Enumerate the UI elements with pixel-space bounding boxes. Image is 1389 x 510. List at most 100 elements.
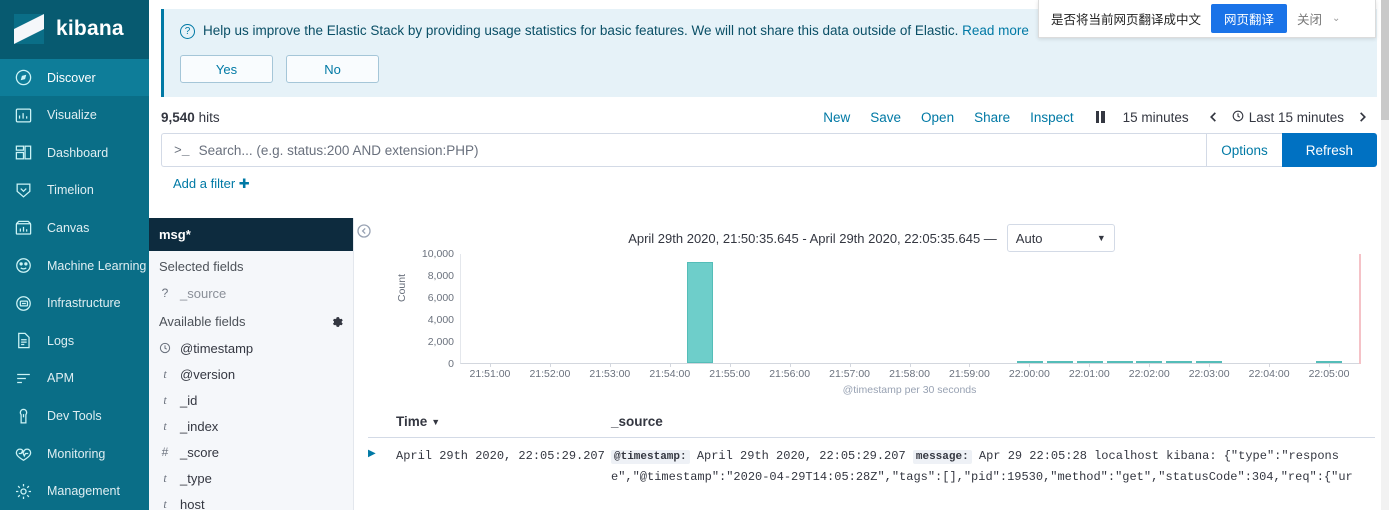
page-scrollbar[interactable] xyxy=(1381,0,1389,510)
interval-select[interactable]: Auto ▼ xyxy=(1006,224,1115,252)
search-input[interactable] xyxy=(198,142,1197,158)
x-tick-mark xyxy=(1329,363,1331,367)
source-line-2: e","@timestamp":"2020-04-29T14:05:28Z","… xyxy=(611,470,1353,485)
sidebar-item-label: APM xyxy=(47,371,75,386)
nav-list: Discover Visualize Dashboard Timelion Ca… xyxy=(0,58,149,510)
chevron-right-icon[interactable] xyxy=(1348,111,1377,123)
telemetry-no-button[interactable]: No xyxy=(286,55,379,83)
table-header-row: Time ▼ _source xyxy=(368,404,1375,438)
field-row-version[interactable]: t @version xyxy=(149,361,353,387)
sidebar-item-machine-learning[interactable]: Machine Learning xyxy=(0,247,149,285)
field-row-timestamp[interactable]: @timestamp xyxy=(149,335,353,361)
y-tick-label: 4,000 xyxy=(427,314,454,326)
sidebar-item-infrastructure[interactable]: Infrastructure xyxy=(0,284,149,322)
sidebar-item-dashboard[interactable]: Dashboard xyxy=(0,134,149,172)
sort-caret-icon[interactable]: ▼ xyxy=(431,417,440,427)
infrastructure-icon xyxy=(14,294,33,313)
search-box[interactable]: >_ xyxy=(161,133,1207,167)
x-tick-mark xyxy=(1089,363,1091,367)
kibana-app: kibana Discover Visualize Dashboard Time… xyxy=(0,0,1389,510)
sidebar-item-visualize[interactable]: Visualize xyxy=(0,96,149,134)
add-filter-button[interactable]: Add a filter ✚ xyxy=(173,176,250,191)
share-button[interactable]: Share xyxy=(964,110,1020,125)
sidebar-item-discover[interactable]: Discover xyxy=(0,58,149,97)
sidebar-item-timelion[interactable]: Timelion xyxy=(0,172,149,210)
chevron-left-icon[interactable] xyxy=(1199,111,1228,123)
read-more-link[interactable]: Read more xyxy=(962,23,1029,38)
sidebar-item-label: Machine Learning xyxy=(47,258,147,273)
save-button[interactable]: Save xyxy=(860,110,911,125)
field-row-id[interactable]: t _id xyxy=(149,387,353,413)
collapse-left-icon[interactable] xyxy=(357,224,371,238)
clock-icon xyxy=(159,342,171,354)
sidebar-item-management[interactable]: Management xyxy=(0,472,149,510)
chart-plot-area[interactable] xyxy=(460,254,1361,364)
brand-name: kibana xyxy=(56,17,124,41)
inspect-button[interactable]: Inspect xyxy=(1020,110,1084,125)
sidebar-item-canvas[interactable]: Canvas xyxy=(0,209,149,247)
search-row: >_ Options Refresh xyxy=(161,133,1377,167)
x-tick-mark xyxy=(609,363,611,367)
time-picker-button[interactable]: Last 15 minutes xyxy=(1228,110,1348,125)
field-row-index[interactable]: t _index xyxy=(149,413,353,439)
visualize-bar-chart-icon xyxy=(14,106,33,125)
field-row-host[interactable]: t host xyxy=(149,491,353,510)
translate-close-button[interactable]: 关闭 xyxy=(1297,9,1322,28)
y-tick-label: 6,000 xyxy=(427,292,454,304)
global-nav-sidebar: kibana Discover Visualize Dashboard Time… xyxy=(0,0,149,510)
x-tick-mark xyxy=(909,363,911,367)
scrollbar-thumb[interactable] xyxy=(1381,0,1389,120)
sidebar-item-label: Infrastructure xyxy=(47,296,121,311)
monitoring-heartbeat-icon xyxy=(14,444,33,463)
sidebar-item-label: Visualize xyxy=(47,108,97,123)
available-fields-header: Available fields xyxy=(149,306,353,335)
x-tick-label: 21:56:00 xyxy=(769,368,811,380)
chevron-down-icon[interactable]: ⌄ xyxy=(1332,13,1340,24)
x-tick-mark xyxy=(1269,363,1271,367)
field-name: _type xyxy=(180,470,212,486)
sidebar-item-monitoring[interactable]: Monitoring xyxy=(0,435,149,473)
hits-and-actions-row: 9,540 hits New Save Open Share Inspect 1… xyxy=(161,97,1377,133)
expand-row-icon[interactable]: ▶ xyxy=(368,446,396,488)
source-column-header: _source xyxy=(611,414,663,429)
logs-document-icon xyxy=(14,331,33,350)
histogram-bar[interactable] xyxy=(1166,361,1193,363)
gear-icon[interactable] xyxy=(331,316,343,328)
histogram-bar[interactable] xyxy=(1046,361,1073,363)
new-button[interactable]: New xyxy=(813,110,860,125)
sidebar-item-logs[interactable]: Logs xyxy=(0,322,149,360)
translate-popup: 是否将当前网页翻译成中文 网页翻译 关闭 ⌄ xyxy=(1038,0,1376,38)
translate-page-button[interactable]: 网页翻译 xyxy=(1211,4,1288,33)
row-source-cell: @timestamp: April 29th 2020, 22:05:29.20… xyxy=(611,446,1375,488)
sidebar-item-apm[interactable]: APM xyxy=(0,360,149,398)
refresh-button[interactable]: Refresh xyxy=(1281,133,1377,167)
open-button[interactable]: Open xyxy=(911,110,964,125)
kibana-brand[interactable]: kibana xyxy=(0,0,149,59)
histogram-chart: Count 0 2,000 4,000 6,000 8,000 10,000 21:51:… xyxy=(368,248,1375,404)
x-tick-mark xyxy=(489,363,491,367)
question-circle-icon: ? xyxy=(180,24,195,39)
field-key-timestamp: @timestamp: xyxy=(611,450,690,464)
sidebar-item-dev-tools[interactable]: Dev Tools xyxy=(0,397,149,435)
field-value-timestamp: April 29th 2020, 22:05:29.207 xyxy=(696,449,906,463)
field-row-source[interactable]: ? _source xyxy=(149,280,353,306)
refresh-interval-label[interactable]: 15 minutes xyxy=(1113,110,1199,125)
time-column-header[interactable]: Time ▼ xyxy=(396,414,611,429)
discover-main-pane: April 29th 2020, 21:50:35.645 - April 29… xyxy=(354,218,1389,510)
field-name: _index xyxy=(180,418,219,434)
histogram-bar[interactable] xyxy=(1106,361,1133,363)
field-key-message: message: xyxy=(912,450,972,464)
string-type-icon: t xyxy=(163,392,167,407)
field-row-score[interactable]: # _score xyxy=(149,439,353,465)
table-row[interactable]: ▶ April 29th 2020, 22:05:29.207 @timesta… xyxy=(368,438,1375,488)
row-time-cell: April 29th 2020, 22:05:29.207 xyxy=(396,449,605,463)
histogram-bar[interactable] xyxy=(687,261,714,363)
options-button[interactable]: Options xyxy=(1206,133,1282,167)
time-range-label: Last 15 minutes xyxy=(1248,109,1344,125)
pause-icon[interactable] xyxy=(1084,111,1113,123)
discover-content: msg* Selected fields ? _source Available… xyxy=(149,218,1389,510)
x-tick-label: 21:54:00 xyxy=(649,368,691,380)
field-row-type[interactable]: t _type xyxy=(149,465,353,491)
telemetry-yes-button[interactable]: Yes xyxy=(180,55,273,83)
index-pattern-selector[interactable]: msg* xyxy=(149,218,353,251)
